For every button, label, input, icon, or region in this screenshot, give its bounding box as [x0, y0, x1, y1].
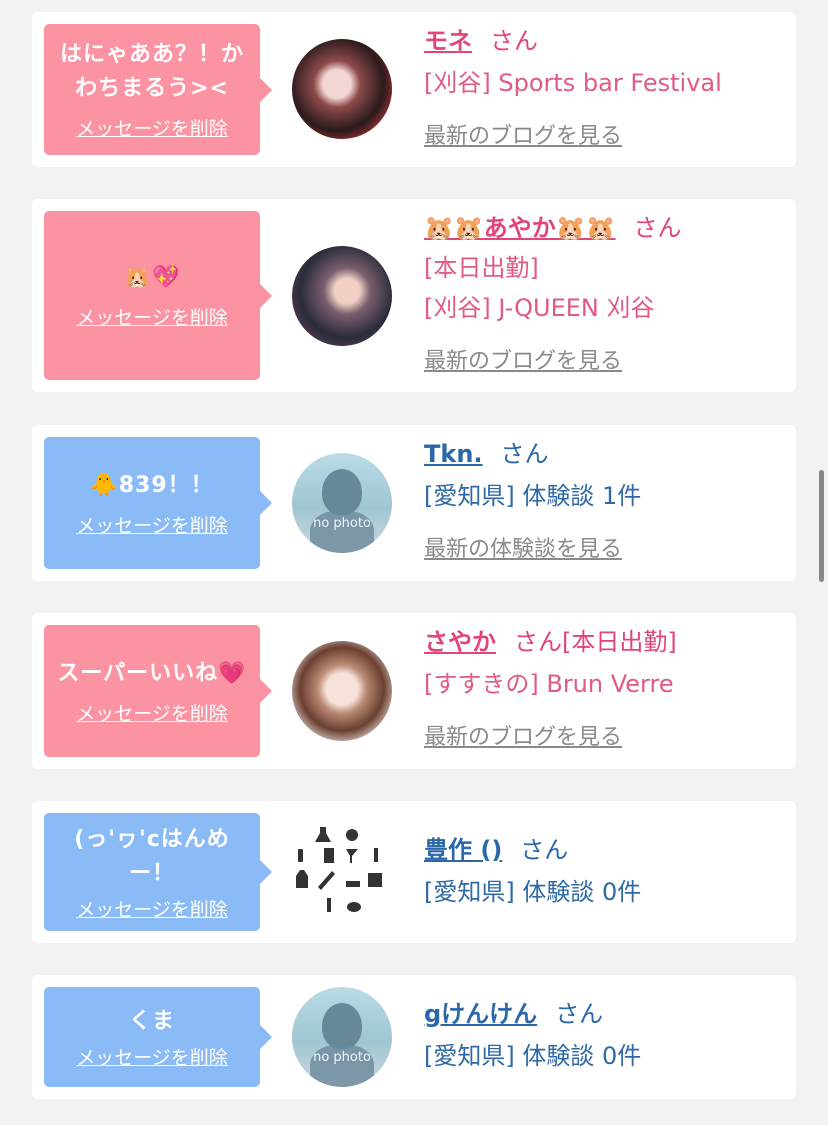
scrollbar[interactable] [819, 470, 824, 582]
shop-info: [刈谷] J-QUEEN 刈谷 [424, 294, 655, 322]
review-count: [愛知県] 体験談 1件 [424, 482, 642, 510]
latest-blog-link[interactable]: 最新のブログを見る [424, 349, 622, 374]
user-name-row: 豊作 () さん [424, 835, 786, 865]
shop-info: [すすきの] Brun Verre [424, 670, 674, 698]
avatar-no-photo[interactable]: no photo [292, 453, 392, 553]
user-name-row: Tkn. さん [424, 439, 786, 469]
avatar-lab-icons[interactable] [292, 821, 392, 921]
user-name-row: gけんけん さん [424, 999, 786, 1029]
user-info: さやか さん[本日出勤] [すすきの] Brun Verre 最新のブログを見る [424, 627, 786, 753]
message-bubble: 🐥839！！ メッセージを削除 [44, 437, 272, 569]
message-card: 🐹💖 メッセージを削除 🐹🐹あやか🐹🐹 さん [本日出勤] [刈谷] J-QUEE… [32, 199, 796, 392]
user-info: gけんけん さん [愛知県] 体験談 0件 [424, 999, 786, 1071]
avatar[interactable] [292, 246, 392, 346]
user-name-link[interactable]: 豊作 () [424, 836, 502, 864]
delete-message-link[interactable]: メッセージを削除 [76, 114, 228, 141]
delete-message-link[interactable]: メッセージを削除 [76, 699, 228, 726]
user-name-link[interactable]: 🐹🐹あやか🐹🐹 [424, 214, 616, 242]
user-info: 🐹🐹あやか🐹🐹 さん [本日出勤] [刈谷] J-QUEEN 刈谷 最新のブログを… [424, 213, 786, 377]
message-text: (っ'ヮ'cはんめー！ [74, 826, 230, 886]
delete-message-link[interactable]: メッセージを削除 [76, 895, 228, 922]
message-card: スーパーいいね💗 メッセージを削除 さやか さん[本日出勤] [すすきの] Bru… [32, 613, 796, 769]
shop-info: [刈谷] Sports bar Festival [424, 69, 722, 97]
delete-message-link[interactable]: メッセージを削除 [76, 303, 228, 330]
message-card: (っ'ヮ'cはんめー！ メッセージを削除 豊作 () さん [愛知県] 体験談 … [32, 801, 796, 943]
no-photo-label: no photo [313, 1050, 371, 1065]
user-name-row: さやか さん[本日出勤] [424, 627, 786, 657]
user-name-link[interactable]: モネ [424, 27, 472, 55]
user-name-link[interactable]: Tkn. [424, 440, 483, 468]
no-photo-label: no photo [313, 516, 371, 531]
message-card: くま メッセージを削除 no photo gけんけん さん [愛知県] 体験談 0… [32, 975, 796, 1099]
honorific-status: さん[本日出勤] [514, 628, 677, 656]
avatar-no-photo[interactable]: no photo [292, 987, 392, 1087]
avatar[interactable] [292, 39, 392, 139]
lab-icons-image [296, 827, 382, 912]
message-bubble: くま メッセージを削除 [44, 987, 272, 1087]
user-info: 豊作 () さん [愛知県] 体験談 0件 [424, 835, 786, 907]
latest-review-link[interactable]: 最新の体験談を見る [424, 537, 622, 562]
message-text: スーパーいいね💗 [57, 660, 247, 686]
message-text: くま [128, 1008, 175, 1034]
review-count: [愛知県] 体験談 0件 [424, 1042, 642, 1070]
latest-blog-link[interactable]: 最新のブログを見る [424, 124, 622, 149]
message-bubble: (っ'ヮ'cはんめー！ メッセージを削除 [44, 813, 272, 931]
user-name-row: 🐹🐹あやか🐹🐹 さん [424, 213, 786, 243]
user-info: モネ さん [刈谷] Sports bar Festival 最新のブログを見る [424, 26, 786, 152]
message-card: はにゃああ？！かわちまるう>< メッセージを削除 モネ さん [刈谷] Sport… [32, 12, 796, 167]
message-bubble: 🐹💖 メッセージを削除 [44, 211, 272, 380]
honorific: さん [520, 836, 569, 864]
user-info: Tkn. さん [愛知県] 体験談 1件 最新の体験談を見る [424, 439, 786, 565]
message-text: 🐥839！！ [90, 472, 214, 498]
user-name-link[interactable]: gけんけん [424, 1000, 537, 1028]
message-card: 🐥839！！ メッセージを削除 no photo Tkn. さん [愛知県] 体験… [32, 425, 796, 581]
work-status: [本日出勤] [424, 254, 539, 282]
delete-message-link[interactable]: メッセージを削除 [76, 1043, 228, 1070]
delete-message-link[interactable]: メッセージを削除 [76, 511, 228, 538]
avatar[interactable] [292, 641, 392, 741]
honorific: さん [500, 440, 549, 468]
message-bubble: スーパーいいね💗 メッセージを削除 [44, 625, 272, 757]
honorific: さん [490, 27, 538, 55]
user-name-row: モネ さん [424, 26, 786, 56]
message-text: 🐹💖 [123, 265, 181, 290]
user-name-link[interactable]: さやか [424, 628, 496, 656]
honorific: さん [555, 1000, 604, 1028]
latest-blog-link[interactable]: 最新のブログを見る [424, 725, 622, 750]
message-text: はにゃああ？！かわちまるう>< [59, 42, 244, 101]
honorific: さん [633, 214, 682, 242]
message-bubble: はにゃああ？！かわちまるう>< メッセージを削除 [44, 24, 272, 155]
review-count: [愛知県] 体験談 0件 [424, 878, 642, 906]
